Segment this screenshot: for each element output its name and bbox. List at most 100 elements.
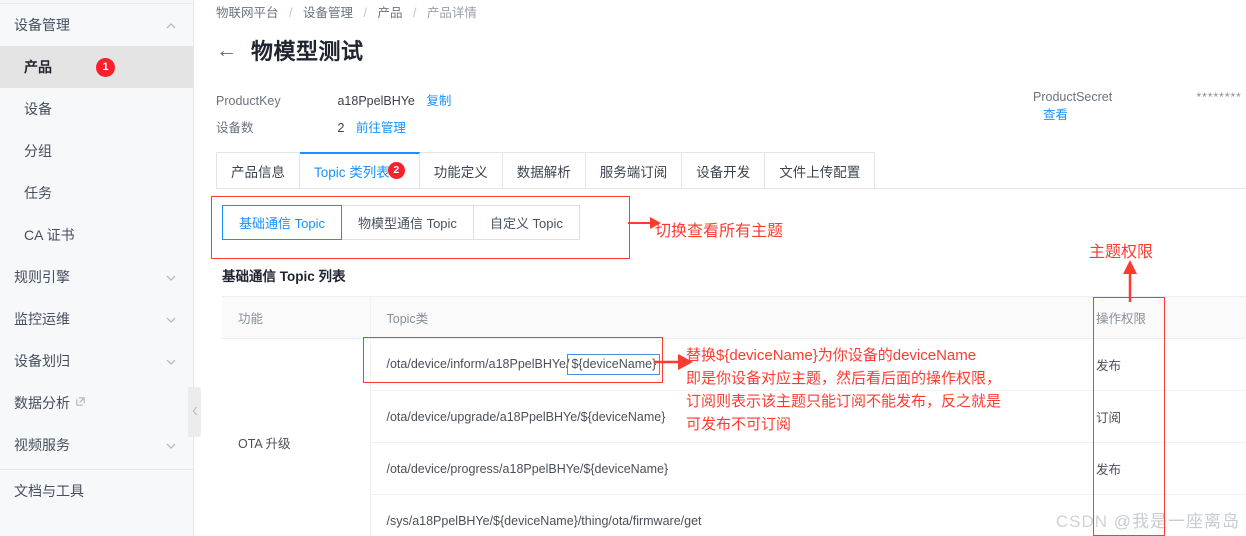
watermark-user: @我是一座离岛	[1113, 512, 1240, 531]
subtab-label: 物模型通信 Topic	[357, 216, 457, 231]
page-header: ← 物模型测试	[216, 34, 364, 66]
tab-label: 设备开发	[696, 164, 751, 180]
subtab-basic-communication-topic[interactable]: 基础通信 Topic	[222, 205, 342, 240]
breadcrumb-item-device-management[interactable]: 设备管理	[303, 6, 353, 20]
sidebar-group-video-service[interactable]: 视频服务	[0, 424, 193, 466]
column-header-function: 功能	[222, 296, 371, 339]
sidebar-item-devices[interactable]: 设备	[0, 88, 193, 130]
tab-function-definition[interactable]: 功能定义	[419, 152, 503, 188]
sidebar-navigation: 设备管理 产品 1 设备 分组 任务 CA 证书 规则引擎 监控运维 设备划归 …	[0, 0, 194, 536]
view-product-secret-link[interactable]: 查看	[1043, 108, 1068, 122]
tab-bar: 产品信息 Topic 类列表 2 功能定义 数据解析 服务端订阅 设备开发 文件…	[216, 152, 908, 189]
go-to-management-link[interactable]: 前往管理	[356, 121, 406, 135]
device-name-placeholder-token[interactable]: ${deviceName}	[567, 354, 661, 375]
subtab-custom-topic[interactable]: 自定义 Topic	[473, 205, 580, 240]
product-key-value: a18PpelBHYe	[337, 94, 415, 108]
chevron-down-icon	[165, 355, 177, 367]
sidebar-group-label: 数据分析	[14, 395, 70, 411]
tab-file-upload-config[interactable]: 文件上传配置	[765, 152, 876, 188]
tab-topic-list-badge: 2	[387, 161, 405, 179]
breadcrumb-item-product-detail: 产品详情	[426, 6, 477, 20]
subtab-label: 基础通信 Topic	[239, 216, 325, 231]
page-title: 物模型测试	[251, 39, 364, 64]
sidebar-item-label: CA 证书	[24, 227, 75, 243]
breadcrumb-separator: /	[289, 6, 293, 20]
device-count-label: 设备数	[216, 121, 254, 135]
annotation-topic-permission: 主题权限	[1089, 244, 1154, 261]
column-header-extra	[1174, 296, 1246, 339]
annotation-paragraph: 替换${deviceName}为你设备的deviceName 即是你设备对应主题…	[686, 347, 1002, 433]
product-secret-row: ProductSecret ******** 查看	[1033, 90, 1246, 123]
cell-permission-1: 发布	[1080, 338, 1174, 391]
sidebar-group-device-management[interactable]: 设备管理	[0, 4, 193, 46]
cell-extra-1	[1174, 338, 1246, 391]
tab-label: 服务端订阅	[599, 164, 668, 180]
cell-permission-3: 发布	[1080, 442, 1174, 495]
subtab-thing-model-topic[interactable]: 物模型通信 Topic	[341, 205, 474, 240]
sidebar-group-device-assignment[interactable]: 设备划归	[0, 340, 193, 382]
breadcrumb-item-products[interactable]: 产品	[377, 6, 402, 20]
topic-category-switcher: 基础通信 Topic 物模型通信 Topic 自定义 Topic	[222, 205, 580, 240]
device-count-value: 2	[337, 121, 345, 135]
table-row[interactable]: /ota/device/progress/a18PpelBHYe/${devic…	[222, 442, 1246, 495]
tab-topic-list[interactable]: Topic 类列表 2	[300, 152, 420, 188]
sidebar-item-label: 产品	[24, 59, 52, 75]
cell-permission-2: 订阅	[1080, 390, 1174, 443]
column-header-permission: 操作权限	[1080, 296, 1174, 339]
cell-topic-3: /ota/device/progress/a18PpelBHYe/${devic…	[370, 442, 1080, 495]
table-header: 功能 Topic类 操作权限	[222, 296, 1246, 339]
column-header-topic-class: Topic类	[370, 296, 1080, 339]
sidebar-products-badge: 1	[96, 57, 115, 77]
tab-server-subscription[interactable]: 服务端订阅	[585, 152, 683, 188]
cell-topic-4: /sys/a18PpelBHYe/${deviceName}/thing/ota…	[370, 494, 1080, 536]
table-header-row: 功能 Topic类 操作权限	[222, 296, 1246, 339]
section-title: 基础通信 Topic 列表	[222, 269, 346, 284]
topic-prefix-text: /ota/device/inform/a18PpelBHYe/	[386, 357, 570, 372]
product-secret-value: ********	[1196, 90, 1242, 104]
chevron-down-icon	[165, 271, 177, 283]
annotation-switch-topics: 切换查看所有主题	[655, 223, 784, 240]
sidebar-group-label: 设备划归	[14, 353, 70, 369]
breadcrumb-separator: /	[363, 6, 367, 20]
sidebar-item-ca-certificate[interactable]: CA 证书	[0, 214, 193, 256]
tab-data-parsing[interactable]: 数据解析	[502, 152, 586, 188]
chevron-down-icon	[165, 313, 177, 325]
chevron-left-icon	[191, 405, 199, 420]
tab-label: 产品信息	[231, 164, 285, 180]
external-link-icon	[75, 396, 86, 410]
sidebar-item-groups[interactable]: 分组	[0, 130, 193, 172]
sidebar-item-label: 任务	[24, 185, 52, 201]
sidebar-group-data-analysis[interactable]: 数据分析	[0, 382, 193, 424]
sidebar-group-rule-engine[interactable]: 规则引擎	[0, 256, 193, 298]
application-window: 设备管理 产品 1 设备 分组 任务 CA 证书 规则引擎 监控运维 设备划归 …	[0, 0, 1246, 536]
sidebar-group-label: 监控运维	[14, 311, 70, 327]
watermark-brand: CSDN	[1055, 512, 1108, 531]
device-count-row: 设备数 2 前往管理	[216, 117, 406, 136]
product-key-row: ProductKey a18PpelBHYe 复制	[216, 90, 451, 109]
cell-function-ota-upgrade: OTA 升级	[222, 338, 371, 536]
breadcrumb-item-platform[interactable]: 物联网平台	[216, 6, 279, 20]
tab-label: 数据解析	[516, 164, 571, 180]
subtab-label: 自定义 Topic	[489, 216, 563, 231]
chevron-down-icon	[165, 439, 177, 451]
product-secret-label: ProductSecret	[1033, 90, 1113, 104]
chevron-up-icon	[165, 19, 177, 31]
sidebar-group-monitoring[interactable]: 监控运维	[0, 298, 193, 340]
breadcrumb-separator: /	[412, 6, 417, 20]
product-key-label: ProductKey	[216, 94, 281, 108]
sidebar-collapse-handle[interactable]	[188, 387, 201, 437]
tab-device-development[interactable]: 设备开发	[682, 152, 766, 188]
breadcrumb: 物联网平台 / 设备管理 / 产品 / 产品详情	[216, 2, 477, 21]
cell-extra-2	[1174, 390, 1246, 443]
sidebar-item-tasks[interactable]: 任务	[0, 172, 193, 214]
sidebar-group-label: 设备管理	[14, 17, 70, 33]
tab-product-info[interactable]: 产品信息	[216, 152, 300, 188]
cell-extra-3	[1174, 442, 1246, 495]
copy-product-key-link[interactable]: 复制	[426, 94, 451, 108]
tab-label: 文件上传配置	[779, 164, 861, 180]
sidebar-item-docs-and-tools[interactable]: 文档与工具	[0, 470, 193, 512]
sidebar-item-products[interactable]: 产品 1	[0, 46, 193, 88]
arrow-left-icon[interactable]: ←	[216, 40, 237, 61]
sidebar-item-label: 分组	[24, 143, 52, 159]
watermark: CSDN @我是一座离岛	[1056, 507, 1240, 532]
